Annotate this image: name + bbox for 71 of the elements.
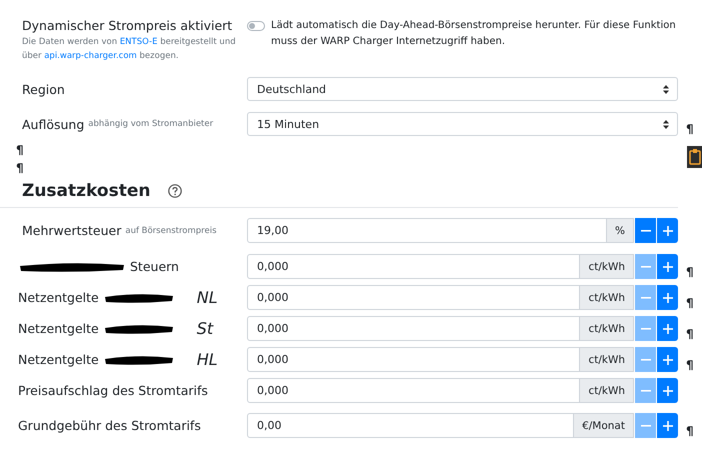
minus-icon: [640, 358, 650, 360]
number-field[interactable]: 0,000: [247, 316, 580, 341]
setting-title: Dynamischer Strompreis aktiviert: [22, 18, 232, 33]
number-field[interactable]: 19,00: [247, 218, 608, 243]
link[interactable]: api.warp-charger.com: [44, 51, 137, 61]
number-field[interactable]: 0,000: [247, 378, 580, 403]
field-label: Netzentgelte: [18, 352, 99, 367]
caret-icon: [663, 120, 669, 128]
setting-description: Die Daten werden von ENTSO-E bereitgestellt und über api.warp-charger.com bezogen.: [21, 36, 237, 63]
pilcrow-mark: ¶: [685, 265, 695, 279]
unit-label: ct/kWh: [580, 254, 634, 279]
increment-button[interactable]: [656, 285, 678, 310]
minus-icon: [640, 266, 650, 268]
handwritten-note: NL: [196, 288, 218, 307]
plus-icon: [662, 226, 672, 236]
minus-icon: [640, 230, 650, 232]
handwritten-note: St: [196, 319, 214, 338]
unit-label: ct/kWh: [580, 347, 634, 372]
plus-icon: [662, 262, 672, 272]
decrement-button[interactable]: [634, 218, 656, 243]
field-label: Preisaufschlag des Stromtarifs: [18, 383, 208, 398]
plus-icon: [662, 420, 672, 430]
help-icon[interactable]: [168, 184, 182, 198]
pilcrow-mark: ¶: [16, 161, 24, 175]
increment-button[interactable]: [656, 347, 678, 372]
select-field[interactable]: Deutschland: [247, 77, 678, 101]
select-field[interactable]: 15 Minuten: [247, 112, 678, 136]
plus-icon: [662, 354, 672, 364]
pilcrow-mark: ¶: [685, 358, 695, 372]
field-label: Netzentgelte: [18, 290, 99, 305]
field-label: Auflösung: [22, 116, 84, 132]
pilcrow-mark: ¶: [685, 327, 695, 341]
number-field[interactable]: 0,000: [247, 347, 580, 372]
minus-icon: [640, 296, 650, 298]
unit-label: ct/kWh: [580, 316, 634, 341]
pilcrow-mark: ¶: [685, 296, 695, 310]
increment-button[interactable]: [656, 218, 678, 243]
field-hint: auf Börsenstrompreis: [125, 226, 216, 236]
minus-icon: [640, 390, 650, 392]
minus-icon: [640, 424, 650, 426]
field-hint: abhängig vom Stromanbieter: [88, 119, 214, 129]
field-label: Steuern: [130, 259, 179, 274]
clipboard-icon[interactable]: [687, 146, 702, 168]
pilcrow-mark: ¶: [685, 424, 695, 438]
field-label: Region: [22, 82, 65, 96]
plus-icon: [662, 292, 672, 302]
handwritten-note: HL: [196, 350, 218, 369]
plus-icon: [662, 386, 672, 396]
toggle-switch[interactable]: [247, 21, 265, 31]
unit-label: €/Monat: [574, 413, 634, 438]
increment-button[interactable]: [656, 378, 678, 403]
link[interactable]: ENTSO-E: [120, 37, 158, 47]
unit-label: ct/kWh: [580, 285, 634, 310]
caret-icon: [663, 84, 669, 94]
minus-icon: [640, 328, 650, 330]
plus-icon: [662, 324, 672, 334]
section-title: Zusatzkosten: [22, 181, 150, 201]
number-field[interactable]: 0,000: [247, 254, 580, 279]
number-field[interactable]: 0,00: [247, 413, 574, 438]
unit-label: ct/kWh: [580, 378, 634, 403]
increment-button[interactable]: [656, 413, 678, 438]
increment-button[interactable]: [656, 316, 678, 341]
field-label: Netzentgelte: [18, 321, 99, 336]
switch-label: Lädt automatisch die Day-Ahead-Börsenstrompreise herunter. Für diese Funktion muss der WARP Charger Internetzugriff haben.: [271, 19, 677, 49]
pilcrow-mark: ¶: [16, 143, 24, 157]
increment-button[interactable]: [656, 254, 678, 279]
pilcrow-mark: ¶: [685, 122, 695, 136]
unit-label: %: [607, 218, 634, 243]
field-label: Grundgebühr des Stromtarifs: [18, 418, 201, 433]
field-label: Mehrwertsteuer: [22, 223, 122, 238]
number-field[interactable]: 0,000: [247, 285, 580, 310]
